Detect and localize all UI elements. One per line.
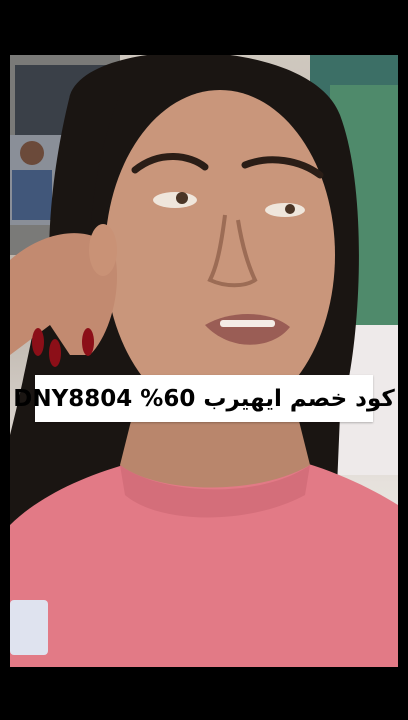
sweater-logo-patch [10, 600, 48, 655]
person-photo-icon [10, 55, 398, 667]
video-frame: كود خصم ايهيرب 60% DNY8804 [0, 0, 408, 720]
nail [49, 339, 61, 367]
background-person-head [20, 141, 44, 165]
video-still [10, 55, 398, 667]
finger [89, 224, 117, 276]
nail [82, 328, 94, 356]
right-eye [265, 203, 305, 217]
left-eye [153, 192, 197, 208]
discount-code-caption: كود خصم ايهيرب 60% DNY8804 [13, 385, 395, 412]
caption-bar: كود خصم ايهيرب 60% DNY8804 [13, 375, 395, 422]
nail [32, 328, 44, 356]
